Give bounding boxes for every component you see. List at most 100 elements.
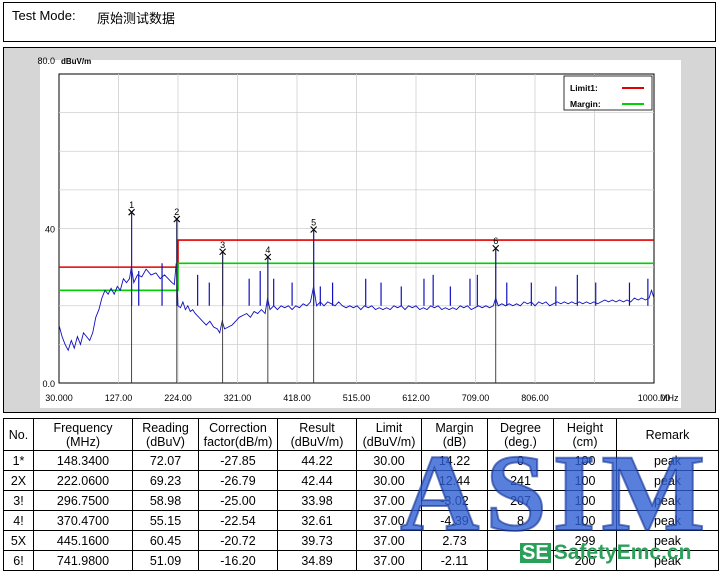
table-cell: 12.44 bbox=[421, 470, 488, 491]
table-row: 3! 296.7500 58.98 -25.00 33.98 37.00 -3.02 207 1… bbox=[3, 490, 719, 511]
table-cell: 741.9800 bbox=[33, 550, 133, 571]
table-cell: -26.79 bbox=[198, 470, 278, 491]
table-cell: 44.22 bbox=[277, 450, 357, 471]
table-cell: peak bbox=[616, 510, 719, 531]
table-header-text: No. bbox=[8, 427, 29, 442]
table-header-text: (MHz) bbox=[65, 434, 100, 449]
table-cell: peak bbox=[616, 530, 719, 551]
table-cell: 72.07 bbox=[132, 450, 199, 471]
table-cell: 296.7500 bbox=[33, 490, 133, 511]
y-axis-unit: dBuV/m bbox=[61, 57, 91, 66]
table-header-text: (dBuV) bbox=[146, 434, 185, 449]
results-table: No. Frequency (MHz) Reading (dBuV) Correction… bbox=[3, 418, 719, 571]
table-header-cell: Remark bbox=[616, 418, 719, 451]
table-cell: -20.72 bbox=[198, 530, 278, 551]
test-mode-label: Test Mode: bbox=[12, 8, 76, 23]
table-cell: 370.4700 bbox=[33, 510, 133, 531]
table-cell: 100 bbox=[553, 510, 617, 531]
table-header-text: (deg.) bbox=[504, 434, 537, 449]
x-tick-label: 321.00 bbox=[224, 393, 252, 403]
table-cell: 100 bbox=[553, 470, 617, 491]
table-cell: 34.89 bbox=[277, 550, 357, 571]
emission-chart: 0.0 40 80.0 dBuV/m 30.000 127.00 224.00 321.00 4… bbox=[37, 56, 681, 408]
table-header-cell: Reading (dBuV) bbox=[132, 418, 199, 451]
table-cell: 207 bbox=[487, 490, 554, 511]
table-cell: 42.44 bbox=[277, 470, 357, 491]
table-header-text: (dBuV/m) bbox=[362, 434, 416, 449]
legend-label: Limit1: bbox=[570, 83, 598, 93]
y-tick-label: 40 bbox=[45, 225, 55, 235]
table-cell: 1* bbox=[3, 450, 34, 471]
table-cell: 299 bbox=[553, 530, 617, 551]
table-cell: 8 bbox=[487, 510, 554, 531]
marker-label: 6 bbox=[493, 236, 498, 246]
table-cell: 2X bbox=[3, 470, 34, 491]
x-axis-unit: MHz bbox=[660, 393, 679, 403]
test-mode-header: Test Mode: 原始测试数据 bbox=[3, 2, 716, 42]
table-header-text: (dBuV/m) bbox=[290, 434, 344, 449]
table-cell: 3! bbox=[3, 490, 34, 511]
table-cell: 37.00 bbox=[356, 490, 422, 511]
table-cell: 30.00 bbox=[356, 470, 422, 491]
table-row: 5X 445.1600 60.45 -20.72 39.73 37.00 2.73 299 pe… bbox=[3, 530, 719, 551]
table-cell: -25.00 bbox=[198, 490, 278, 511]
table-cell: -3.02 bbox=[421, 490, 488, 511]
table-header-text: Remark bbox=[645, 427, 690, 442]
table-cell: 4! bbox=[3, 510, 34, 531]
table-cell: 33.98 bbox=[277, 490, 357, 511]
table-cell: 69.23 bbox=[132, 470, 199, 491]
table-header-text: Reading bbox=[142, 420, 189, 435]
table-cell: 30.00 bbox=[356, 450, 422, 471]
table-cell: 6! bbox=[3, 550, 34, 571]
table-cell: 2.73 bbox=[421, 530, 488, 551]
x-tick-label: 224.00 bbox=[164, 393, 192, 403]
x-tick-label: 806.00 bbox=[521, 393, 549, 403]
table-cell: 100 bbox=[553, 450, 617, 471]
table-header-text: (cm) bbox=[572, 434, 598, 449]
table-cell: 0 bbox=[487, 450, 554, 471]
table-cell: -2.11 bbox=[421, 550, 488, 571]
x-tick-label: 709.00 bbox=[462, 393, 490, 403]
table-cell: peak bbox=[616, 550, 719, 571]
table-cell: -22.54 bbox=[198, 510, 278, 531]
x-tick-label: 515.00 bbox=[343, 393, 371, 403]
table-cell bbox=[487, 550, 554, 571]
x-tick-label: 418.00 bbox=[283, 393, 311, 403]
chart-panel: 0.0 40 80.0 dBuV/m 30.000 127.00 224.00 321.00 4… bbox=[3, 47, 716, 413]
table-header-cell: Degree (deg.) bbox=[487, 418, 554, 451]
marker-label: 1 bbox=[129, 200, 134, 210]
table-cell: 37.00 bbox=[356, 510, 422, 531]
table-row: 6! 741.9800 51.09 -16.20 34.89 37.00 -2.11 200 p… bbox=[3, 550, 719, 571]
marker-label: 4 bbox=[265, 245, 270, 255]
table-cell: 222.0600 bbox=[33, 470, 133, 491]
table-header-text: (dB) bbox=[442, 434, 467, 449]
table-cell: 51.09 bbox=[132, 550, 199, 571]
table-cell: 5X bbox=[3, 530, 34, 551]
marker-label: 5 bbox=[311, 218, 316, 228]
table-cell: 445.1600 bbox=[33, 530, 133, 551]
table-header-cell: Result (dBuV/m) bbox=[277, 418, 357, 451]
legend-label: Margin: bbox=[570, 99, 601, 109]
x-tick-label: 127.00 bbox=[105, 393, 133, 403]
table-header-text: factor(dB/m) bbox=[203, 434, 273, 449]
table-cell: peak bbox=[616, 450, 719, 471]
table-cell: 60.45 bbox=[132, 530, 199, 551]
table-header-cell: Correction factor(dB/m) bbox=[198, 418, 278, 451]
table-cell: 55.15 bbox=[132, 510, 199, 531]
y-tick-label: 80.0 bbox=[37, 56, 55, 66]
table-header-text: Degree bbox=[500, 420, 541, 435]
table-row: 1* 148.3400 72.07 -27.85 44.22 30.00 14.22 0 100… bbox=[3, 450, 719, 471]
x-tick-label: 612.00 bbox=[402, 393, 430, 403]
table-header-text: Margin bbox=[435, 420, 474, 435]
marker-label: 3 bbox=[220, 240, 225, 250]
table-cell: peak bbox=[616, 490, 719, 511]
table-header-row: No. Frequency (MHz) Reading (dBuV) Correction… bbox=[3, 418, 719, 451]
table-cell: -16.20 bbox=[198, 550, 278, 571]
table-body: 1* 148.3400 72.07 -27.85 44.22 30.00 14.22 0 100… bbox=[3, 450, 719, 571]
table-header-text: Frequency bbox=[53, 420, 113, 435]
table-header-cell: Frequency (MHz) bbox=[33, 418, 133, 451]
table-cell: -27.85 bbox=[198, 450, 278, 471]
table-cell: 37.00 bbox=[356, 550, 422, 571]
table-header-text: Correction bbox=[209, 420, 267, 435]
table-cell: -4.39 bbox=[421, 510, 488, 531]
